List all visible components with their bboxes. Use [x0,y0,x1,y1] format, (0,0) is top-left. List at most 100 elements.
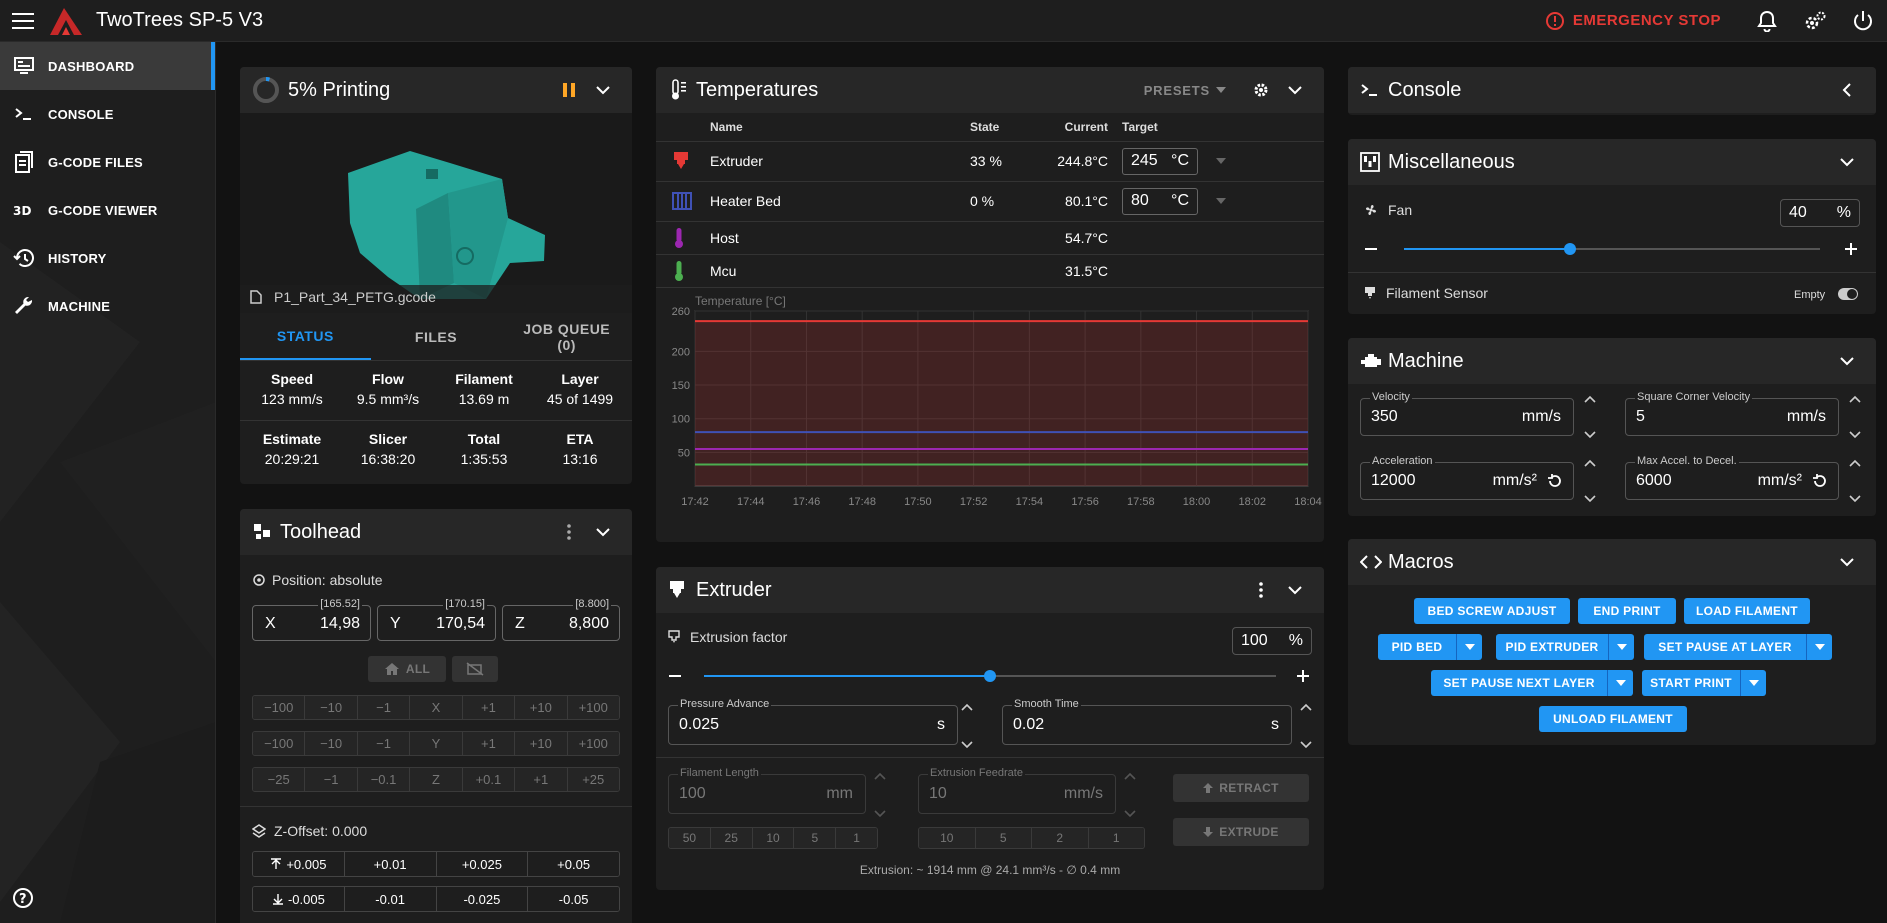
home-all-button[interactable]: ALL [368,656,446,682]
feedrate-preset-button[interactable]: 2 [1032,828,1089,848]
plus-icon[interactable] [1844,242,1858,256]
reset-icon[interactable] [1547,473,1563,489]
jog-button[interactable]: +0.1 [462,768,516,791]
chevron-down-icon[interactable] [1584,431,1596,439]
home-z-button[interactable]: Z [410,768,463,791]
length-preset-button[interactable]: 1 [836,828,877,848]
nav-history[interactable]: HISTORY [0,234,215,282]
jog-button[interactable]: +100 [567,732,619,755]
macro-pid-extruder-button[interactable]: PID EXTRUDER [1496,634,1608,660]
temperature-chart[interactable]: Temperature [°C] 50100150200260 17:42 17:… [656,288,1324,526]
more-vertical-icon[interactable] [552,524,586,540]
max-accel-to-decel-input[interactable]: Max Accel. to Decel. 6000 mm/s² [1625,455,1839,500]
settings-cog-icon[interactable] [1791,10,1839,32]
chevron-up-icon[interactable] [1849,459,1861,467]
macro-bed-screw-adjust-button[interactable]: BED SCREW ADJUST [1414,598,1570,624]
jog-button[interactable]: +10 [515,696,568,719]
extrusion-factor-input[interactable]: 100% [1232,627,1312,655]
chevron-down-icon[interactable] [1124,810,1136,818]
chevron-down-icon[interactable] [1584,495,1596,503]
macro-unload-filament-button[interactable]: UNLOAD FILAMENT [1539,706,1687,732]
zoffset-button[interactable]: +0.05 [528,852,619,876]
heater-name[interactable]: Extruder [710,140,970,181]
extrusion-factor-slider-thumb[interactable] [984,670,996,682]
macro-start-print-button[interactable]: START PRINT [1642,670,1740,696]
sensor-name[interactable]: Mcu [710,253,970,287]
chevron-up-icon[interactable] [1300,703,1312,711]
zoffset-button[interactable]: -0.05 [528,887,619,911]
zoffset-button[interactable]: +0.025 [436,852,529,876]
jog-button[interactable]: +1 [462,696,516,719]
jog-button[interactable]: −1 [305,768,358,791]
extruder-target-input[interactable]: 245 °C [1122,147,1198,175]
chevron-down-icon[interactable] [1830,356,1864,366]
chevron-down-icon[interactable] [1278,585,1312,595]
menu-down-icon[interactable] [1215,158,1226,165]
tab-status[interactable]: STATUS [240,313,371,360]
feedrate-preset-button[interactable]: 10 [919,828,976,848]
extrude-button[interactable]: EXTRUDE [1173,818,1309,846]
jog-button[interactable]: +25 [567,768,619,791]
chevron-down-icon[interactable] [1849,431,1861,439]
nav-machine[interactable]: MACHINE [0,282,215,330]
length-preset-button[interactable]: 5 [794,828,837,848]
settings-icon[interactable] [1244,82,1278,98]
jog-button[interactable]: +1 [515,768,568,791]
nav-dashboard[interactable]: DASHBOARD [0,42,215,90]
motors-off-button[interactable] [452,656,498,682]
nav-console[interactable]: CONSOLE [0,90,215,138]
jog-button[interactable]: +10 [515,732,568,755]
jog-button[interactable]: +100 [567,696,619,719]
macro-pid-bed-dropdown[interactable] [1456,634,1482,660]
square-corner-velocity-input[interactable]: Square Corner Velocity 5 mm/s [1625,391,1839,436]
chevron-down-icon[interactable] [586,85,620,95]
fan-speed-slider-thumb[interactable] [1564,243,1577,255]
velocity-input[interactable]: Velocity 350 mm/s [1360,391,1574,436]
reset-icon[interactable] [1812,473,1828,489]
jog-button[interactable]: −10 [305,696,358,719]
jog-button[interactable]: +1 [462,732,516,755]
macro-pid-bed-button[interactable]: PID BED [1378,634,1456,660]
jog-button[interactable]: −10 [305,732,358,755]
menu-down-icon[interactable] [1215,198,1226,205]
jog-button[interactable]: −1 [357,696,411,719]
length-preset-button[interactable]: 50 [669,828,711,848]
macro-set-pause-next-layer-button[interactable]: SET PAUSE NEXT LAYER [1431,670,1607,696]
position-x-field[interactable]: X 14,98 [165.52] [252,598,371,641]
home-x-button[interactable]: X [410,696,463,719]
chevron-down-icon[interactable] [1300,741,1312,749]
acceleration-input[interactable]: Acceleration 12000 mm/s² [1360,455,1574,500]
macro-set-pause-at-layer-dropdown[interactable] [1806,634,1832,660]
jog-button[interactable]: −100 [253,696,306,719]
smooth-time-input[interactable]: Smooth Time 0.02 s [1002,698,1292,745]
nav-gcode-viewer[interactable]: 3D G-CODE VIEWER [0,186,215,234]
feedrate-preset-button[interactable]: 1 [1088,828,1144,848]
chevron-left-icon[interactable] [1830,83,1864,97]
chevron-down-icon[interactable] [961,741,973,749]
macro-end-print-button[interactable]: END PRINT [1578,598,1676,624]
chevron-down-icon[interactable] [1278,85,1312,95]
filament-length-input[interactable]: Filament Length 100 mm [668,767,866,814]
position-y-field[interactable]: Y 170,54 [170.15] [377,598,496,641]
presets-button[interactable]: PRESETS [1144,83,1226,98]
zoffset-button[interactable]: +0.005 [253,852,345,876]
fan-speed-input[interactable]: 40% [1780,199,1860,227]
length-preset-button[interactable]: 10 [752,828,795,848]
bell-icon[interactable] [1743,10,1791,32]
length-preset-button[interactable]: 25 [710,828,753,848]
help-icon[interactable]: ? [12,887,34,909]
tab-files[interactable]: FILES [371,313,502,360]
more-vertical-icon[interactable] [1244,582,1278,598]
zoffset-button[interactable]: -0.01 [344,887,437,911]
home-y-button[interactable]: Y [410,732,463,755]
chevron-down-icon[interactable] [874,810,886,818]
chevron-down-icon[interactable] [1830,557,1864,567]
chevron-up-icon[interactable] [1849,395,1861,403]
power-icon[interactable] [1839,10,1887,32]
extrusion-feedrate-input[interactable]: Extrusion Feedrate 10 mm/s [918,767,1116,814]
macro-set-pause-at-layer-button[interactable]: SET PAUSE AT LAYER [1644,634,1806,660]
macro-load-filament-button[interactable]: LOAD FILAMENT [1684,598,1810,624]
chevron-down-icon[interactable] [1830,157,1864,167]
jog-button[interactable]: −25 [253,768,306,791]
emergency-stop-button[interactable]: EMERGENCY STOP [1545,11,1721,31]
